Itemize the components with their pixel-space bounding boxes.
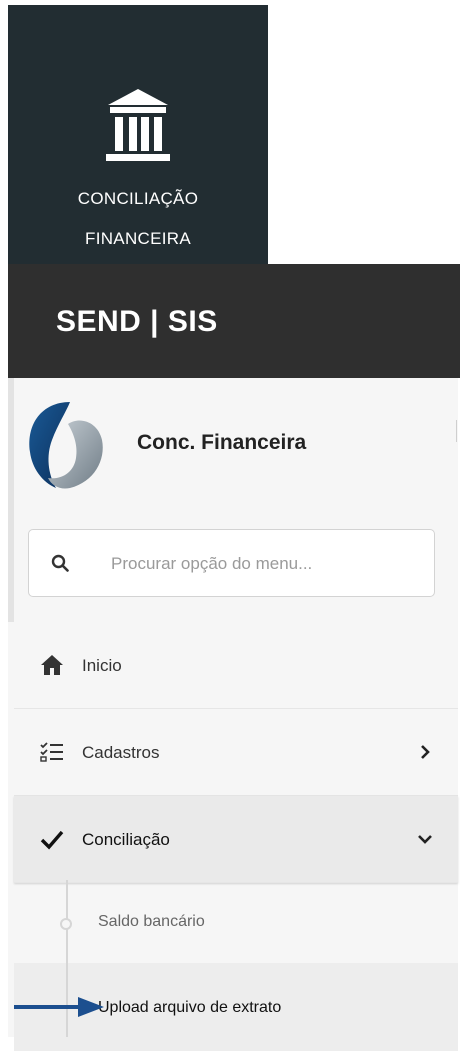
chevron-down-icon [418,835,432,844]
module-tile-conciliacao[interactable]: CONCILIAÇÃO FINANCEIRA [8,5,268,264]
top-bar: SEND | SIS [8,264,460,378]
submenu-item-label: Saldo bancário [98,913,205,930]
app-name: Conc. Financeira [137,431,307,454]
submenu-tree-dot [60,918,72,930]
checklist-icon [40,742,63,762]
home-icon [41,655,63,675]
sidebar-menu: Inicio Cadastros Conciliação Saldo bancá… [14,622,458,1051]
chevron-right-icon [421,745,430,759]
divider [456,420,457,442]
sidebar-edge [8,378,14,622]
search-icon [51,554,69,572]
arrow-annotation-icon [14,997,104,1017]
bank-icon [106,89,170,161]
sidebar-item-inicio[interactable]: Inicio [14,622,458,709]
tile-title-line2: FINANCEIRA [85,229,191,248]
submenu-item-saldo-bancario[interactable]: Saldo bancário [14,883,458,963]
check-icon [40,830,64,850]
sidebar-item-cadastros[interactable]: Cadastros [14,709,458,796]
sidebar-item-label: Conciliação [82,830,170,849]
tile-title-line1: CONCILIAÇÃO [77,189,199,208]
menu-search [28,529,435,597]
sidebar-item-label: Cadastros [82,743,160,762]
sidebar-item-label: Inicio [82,656,122,675]
submenu-item-label: Upload arquivo de extrato [98,999,282,1016]
sidebar-item-conciliacao[interactable]: Conciliação [14,796,458,883]
search-input[interactable] [109,548,423,580]
app-logo [29,402,103,489]
brand-name: SEND | SIS [56,305,218,338]
